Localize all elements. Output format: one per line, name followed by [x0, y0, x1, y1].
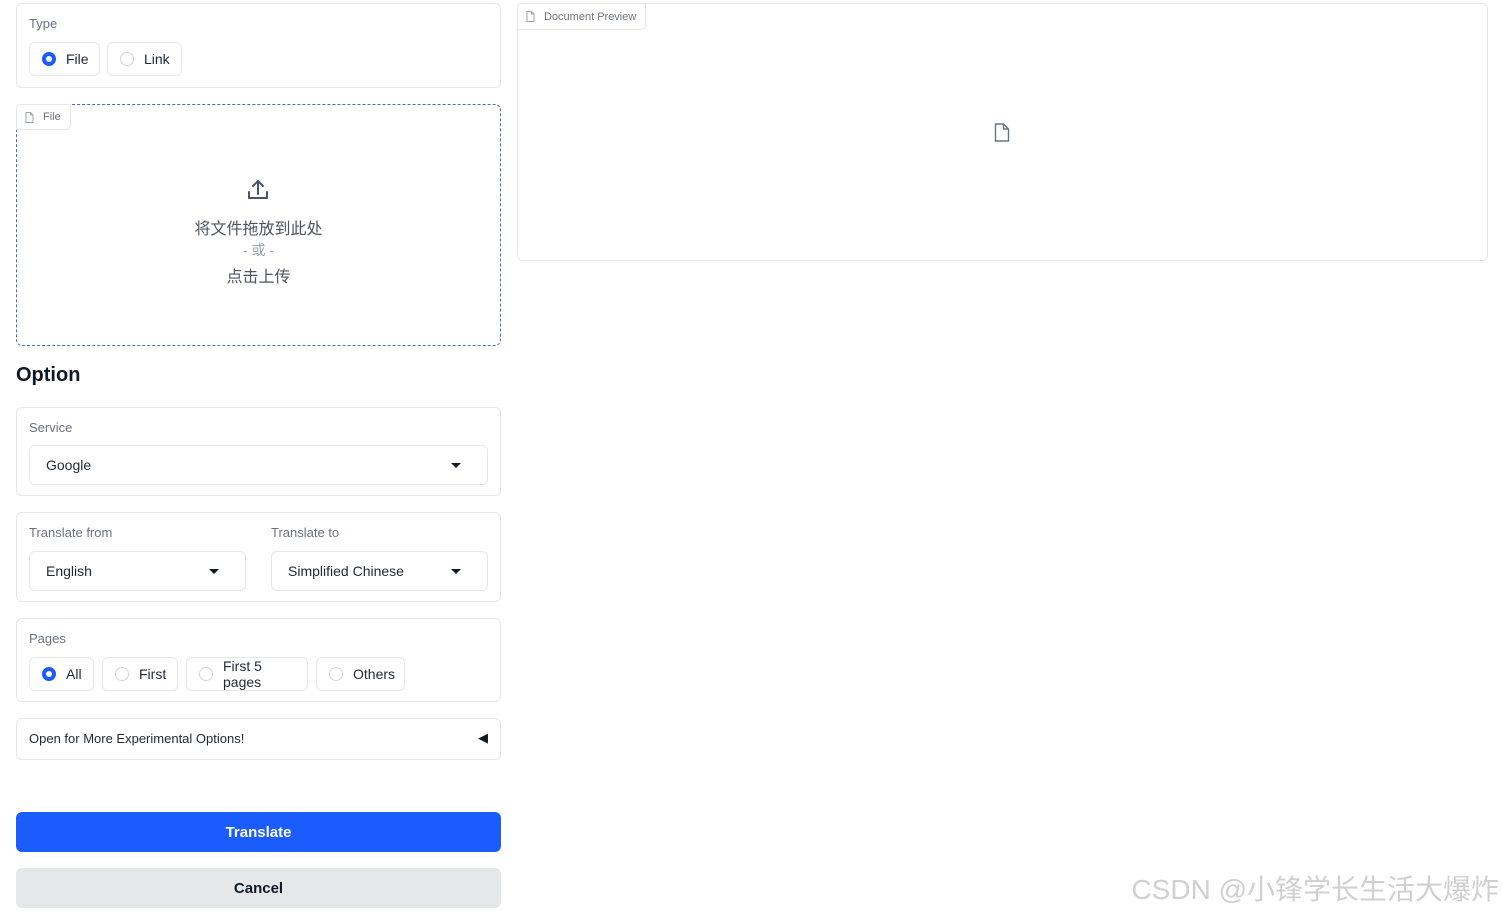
- drop-text: 将文件拖放到此处: [194, 221, 323, 238]
- type-option-file-label: File: [66, 51, 89, 67]
- file-icon: [526, 11, 535, 22]
- pages-option-first-5-label: First 5 pages: [223, 658, 262, 690]
- type-option-link[interactable]: Link: [107, 42, 182, 76]
- or-text: - 或 -: [242, 242, 275, 258]
- file-dropzone[interactable]: File 将文件拖放到此处 - 或 - 点击上传: [16, 104, 501, 346]
- translate-button[interactable]: Translate: [16, 812, 501, 852]
- watermark: CSDN @小锋学长生活大爆炸: [1131, 874, 1499, 905]
- language-panel: Translate from English Translate to Simp…: [16, 512, 501, 602]
- radio-checked-icon: [42, 667, 56, 681]
- pages-option-others[interactable]: Others: [316, 657, 405, 691]
- file-icon: [25, 111, 34, 123]
- document-preview-tag-label: Document Preview: [544, 10, 637, 23]
- file-tag: File: [16, 104, 71, 130]
- option-heading: Option: [16, 364, 81, 386]
- translate-from-label: Translate from: [29, 525, 113, 540]
- type-option-link-label: Link: [144, 51, 170, 67]
- document-preview-panel: Document Preview: [517, 3, 1488, 261]
- experimental-label: Open for More Experimental Options!: [29, 731, 245, 746]
- radio-unchecked-icon: [120, 52, 134, 66]
- click-upload-text: 点击上传: [226, 269, 291, 286]
- pages-option-first[interactable]: First: [102, 657, 178, 691]
- pages-option-first-label: First: [139, 666, 167, 682]
- translate-from-select[interactable]: English: [29, 551, 246, 591]
- translate-from-value: English: [46, 563, 92, 579]
- service-label: Service: [29, 420, 73, 435]
- type-option-file[interactable]: File: [29, 42, 100, 76]
- collapse-arrow-icon: ◀: [478, 730, 488, 745]
- radio-unchecked-icon: [329, 667, 343, 681]
- file-tag-label: File: [43, 111, 61, 123]
- chevron-down-icon: [451, 463, 461, 468]
- upload-icon: [248, 180, 268, 199]
- service-panel: Service Google: [16, 407, 501, 496]
- pages-label: Pages: [29, 631, 66, 646]
- translate-to-value: Simplified Chinese: [288, 563, 404, 579]
- experimental-accordion[interactable]: Open for More Experimental Options! ◀: [16, 718, 501, 760]
- file-icon: [994, 123, 1010, 142]
- chevron-down-icon: [451, 569, 461, 574]
- pages-option-all-label: All: [66, 666, 82, 682]
- pages-option-others-label: Others: [353, 666, 396, 682]
- translate-to-label: Translate to: [271, 525, 340, 540]
- pages-option-first-5[interactable]: First 5 pages: [186, 657, 308, 691]
- cancel-button[interactable]: Cancel: [16, 868, 501, 908]
- chevron-down-icon: [209, 569, 219, 574]
- document-preview-tag: Document Preview: [517, 3, 647, 30]
- pages-panel: Pages All First First 5 pages Others: [16, 618, 501, 702]
- service-value: Google: [46, 457, 92, 473]
- pages-option-all[interactable]: All: [29, 657, 94, 691]
- translate-to-select[interactable]: Simplified Chinese: [271, 551, 488, 591]
- radio-checked-icon: [42, 52, 56, 66]
- type-panel: Type File Link: [16, 3, 501, 88]
- service-select[interactable]: Google: [29, 445, 488, 485]
- radio-unchecked-icon: [115, 667, 129, 681]
- radio-unchecked-icon: [199, 667, 213, 681]
- type-label: Type: [29, 16, 58, 31]
